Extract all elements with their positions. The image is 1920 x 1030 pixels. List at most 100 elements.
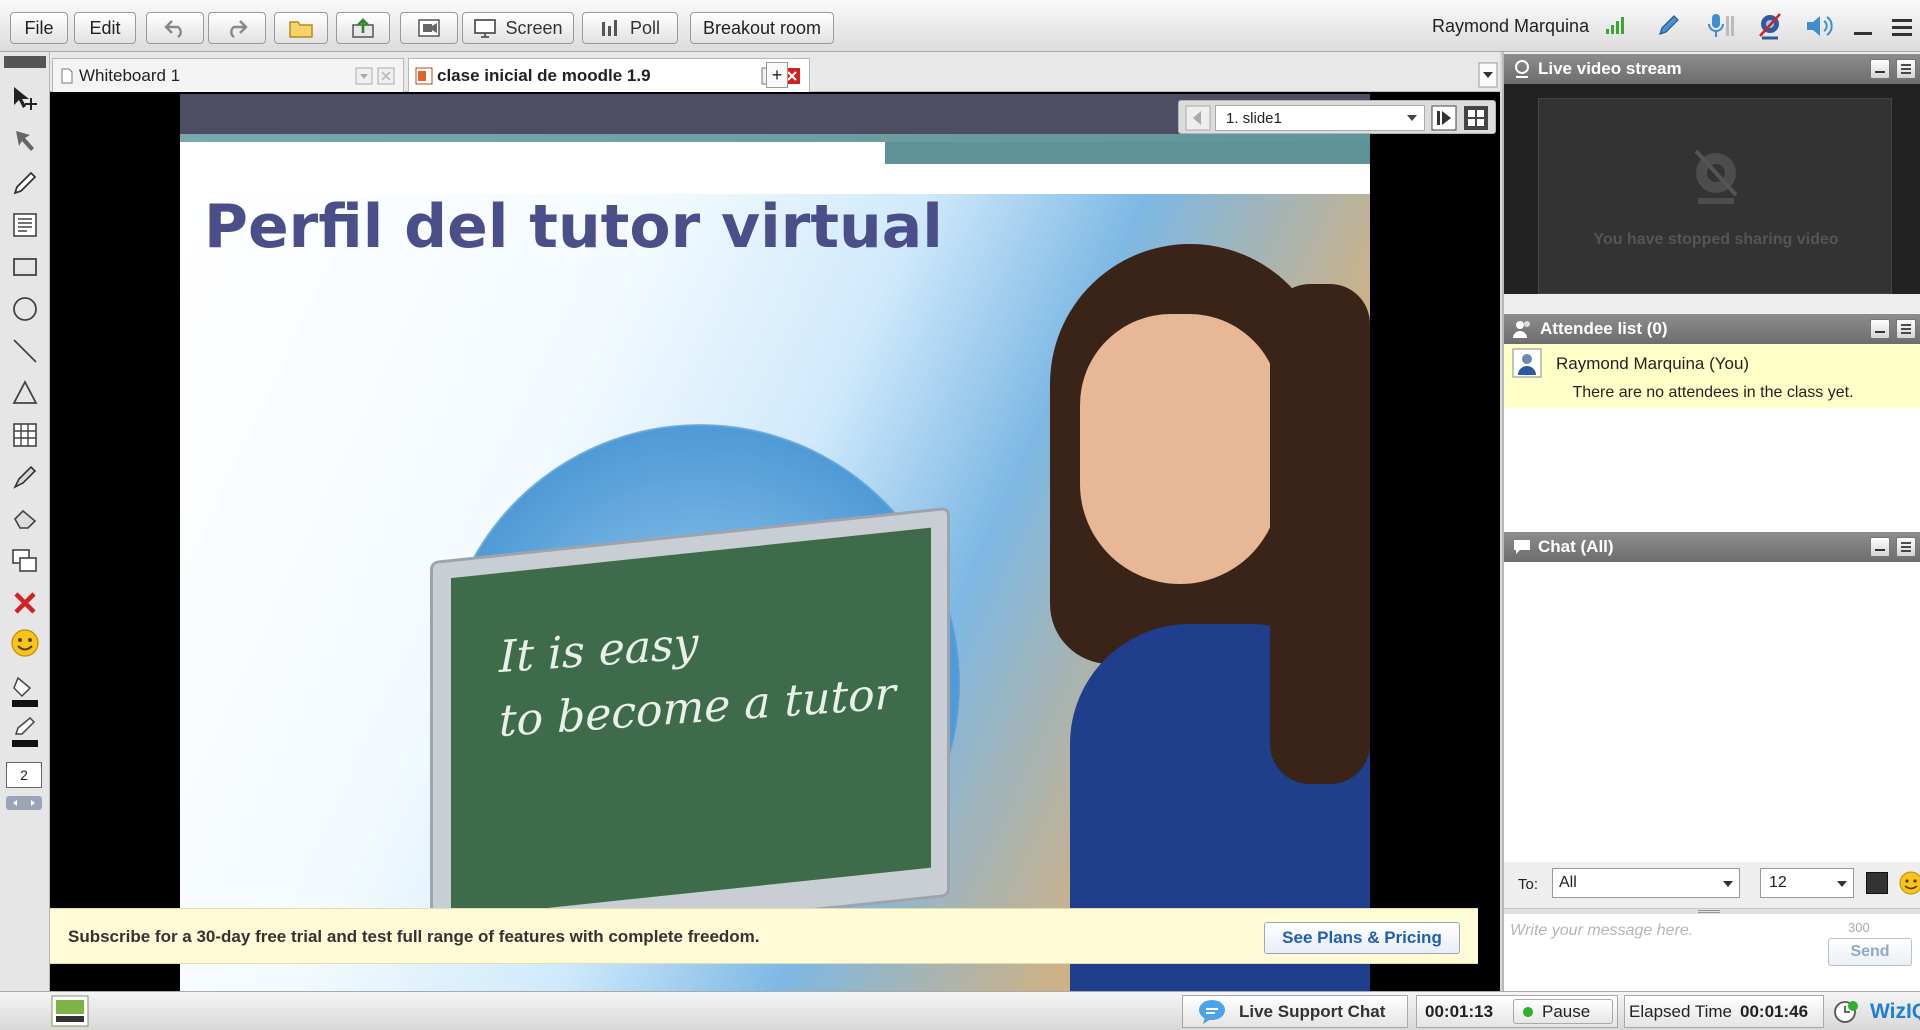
chat-panel-title: Chat (All) [1538, 537, 1614, 556]
triangle-tool[interactable] [8, 376, 42, 410]
chat-color-picker[interactable] [1866, 872, 1888, 894]
video-panel-header: Live video stream [1504, 54, 1920, 84]
slide-grid-icon[interactable] [1463, 105, 1489, 131]
attendee-self-row[interactable]: Raymond Marquina (You) There are no atte… [1504, 344, 1920, 408]
video-minimize-button[interactable] [1870, 59, 1890, 79]
attendee-minimize-button[interactable] [1870, 319, 1890, 339]
session-timer: 00:01:13 Pause [1416, 995, 1618, 1028]
chat-recipient-select[interactable]: All [1552, 868, 1740, 898]
add-tab-button[interactable]: + [766, 62, 788, 88]
circle-icon [13, 297, 37, 321]
see-plans-button[interactable]: See Plans & Pricing [1264, 922, 1460, 954]
minimize-icon [1875, 71, 1885, 73]
chat-menu-button[interactable] [1896, 537, 1916, 557]
undo-button[interactable] [146, 12, 204, 44]
redo-button[interactable] [208, 12, 266, 44]
clear-tool[interactable] [8, 586, 42, 620]
slide-navigator: 1. slide1 [1178, 100, 1496, 134]
top-toolbar: File Edit Screen Poll Breakout room Raym… [0, 0, 1920, 52]
stroke-width-value[interactable]: 2 [6, 762, 42, 788]
elapsed-time-value: 00:01:46 [1740, 1001, 1809, 1021]
select-move-icon [14, 87, 37, 110]
menu-lines-icon [1901, 542, 1911, 552]
toolbar-grip[interactable] [4, 56, 46, 68]
copy-slide-tool[interactable] [8, 544, 42, 578]
highlighter-tool[interactable] [8, 460, 42, 494]
poll-button[interactable]: Poll [582, 12, 678, 44]
pause-button[interactable]: Pause [1513, 999, 1613, 1024]
powerpoint-file-icon [415, 67, 433, 84]
poll-label: Poll [629, 17, 660, 38]
record-button[interactable] [400, 12, 458, 44]
edit-menu-button[interactable]: Edit [74, 12, 136, 44]
session-timer-value: 00:01:13 [1425, 1001, 1494, 1021]
whiteboard-canvas[interactable]: It is easy to become a tutor Perfil del … [50, 92, 1500, 991]
attendee-panel-header: Attendee list (0) [1504, 314, 1920, 344]
camera-off-icon [1694, 149, 1738, 204]
line-tool[interactable] [8, 334, 42, 368]
tab-presentation-label: clase inicial de moodle 1.9 [437, 65, 651, 85]
minimize-window-icon[interactable] [1852, 18, 1874, 38]
video-stopped-text: You have stopped sharing video [1593, 231, 1839, 248]
tab-close-icon[interactable] [377, 67, 395, 85]
elapsed-time-label: Elapsed Time [1629, 1001, 1732, 1021]
pointer-tool[interactable] [8, 124, 42, 158]
poll-icon [601, 20, 617, 36]
clock-add-icon[interactable] [1832, 998, 1860, 1026]
chat-font-size-select[interactable]: 12 [1760, 868, 1854, 898]
microphone-icon[interactable] [1704, 12, 1738, 40]
scroll-right-icon [31, 800, 35, 806]
open-file-button[interactable] [274, 12, 328, 44]
highlighter-icon [13, 465, 37, 489]
pause-label: Pause [1542, 1001, 1591, 1021]
tab-whiteboard[interactable]: Whiteboard 1 [52, 58, 404, 92]
select-move-tool[interactable] [8, 82, 42, 116]
chat-send-button[interactable]: Send [1828, 938, 1912, 966]
emoticon-tool[interactable] [8, 626, 42, 660]
fill-color-tool[interactable] [8, 674, 42, 708]
app-logo-icon [51, 995, 89, 1027]
record-icon [418, 19, 440, 37]
next-slide-icon[interactable] [1431, 105, 1457, 131]
document-tabs: Whiteboard 1 clase inicial de moodle 1.9… [50, 52, 1500, 92]
document-icon [61, 68, 73, 83]
presenter-avatar-icon [1512, 348, 1542, 378]
live-support-chat-button[interactable]: Live Support Chat [1182, 995, 1408, 1028]
slide-select[interactable]: 1. slide1 [1215, 105, 1425, 131]
tab-presentation[interactable]: clase inicial de moodle 1.9 [408, 58, 810, 92]
pencil-permission-icon[interactable] [1656, 14, 1682, 38]
chat-minimize-button[interactable] [1870, 537, 1890, 557]
previous-slide-icon[interactable] [1185, 105, 1211, 131]
breakout-label: Breakout room [702, 17, 822, 38]
video-placeholder: You have stopped sharing video [1538, 98, 1892, 294]
chat-compose-area[interactable]: Write your message here. 300 Send [1504, 914, 1920, 991]
webcam-small-icon [1515, 60, 1529, 78]
speaker-icon[interactable] [1804, 12, 1834, 40]
breakout-room-button[interactable]: Breakout room [690, 12, 834, 44]
screen-share-button[interactable]: Screen [462, 12, 574, 44]
pen-tool[interactable] [8, 166, 42, 200]
hamburger-menu-icon[interactable] [1890, 16, 1914, 38]
tab-menu-icon[interactable] [355, 67, 373, 85]
attendee-menu-button[interactable] [1896, 319, 1916, 339]
video-menu-button[interactable] [1896, 59, 1916, 79]
chat-messages-area[interactable] [1504, 562, 1920, 862]
upload-button[interactable] [336, 12, 390, 44]
brand-logo: WizIQ [1870, 1000, 1920, 1023]
right-panel: Live video stream You have stopped shari… [1502, 52, 1920, 991]
tabs-overflow-icon[interactable] [1478, 62, 1498, 88]
video-panel-title: Live video stream [1538, 59, 1682, 78]
toolbar-scroll[interactable] [6, 796, 42, 810]
table-tool[interactable] [8, 418, 42, 452]
eraser-tool[interactable] [8, 502, 42, 536]
ellipse-tool[interactable] [8, 292, 42, 326]
file-menu-button[interactable]: File [10, 12, 68, 44]
webcam-icon[interactable] [1756, 12, 1784, 40]
text-tool[interactable] [8, 208, 42, 242]
text-box-icon [13, 213, 37, 237]
line-color-tool[interactable] [8, 714, 42, 748]
undo-icon [164, 20, 182, 38]
edit-menu-label: Edit [89, 17, 121, 38]
chat-smiley-icon[interactable] [1898, 870, 1920, 896]
rectangle-tool[interactable] [8, 250, 42, 284]
